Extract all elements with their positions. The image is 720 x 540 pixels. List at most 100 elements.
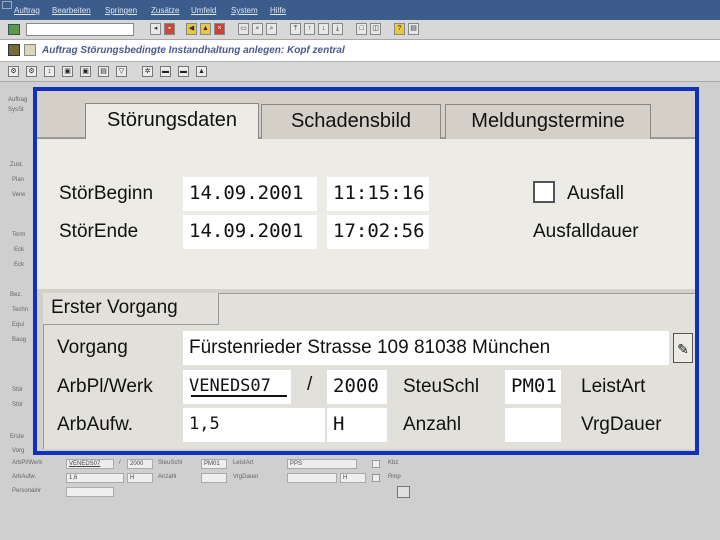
- bg-aufw-field[interactable]: 1,6: [66, 473, 124, 483]
- release-icon[interactable]: ▬: [160, 66, 171, 77]
- bg-vrg-field[interactable]: [287, 473, 337, 483]
- layout-icon[interactable]: ▤: [408, 23, 419, 35]
- filter-icon[interactable]: ▽: [116, 66, 127, 77]
- save-icon[interactable]: ▪: [164, 23, 175, 35]
- arbpl-field[interactable]: VENEDS07: [183, 370, 291, 404]
- tree-icon: [24, 44, 36, 56]
- menu-hilfe[interactable]: Hilfe: [270, 6, 286, 15]
- bg-label: Equi: [12, 322, 25, 328]
- tab-schadensbild[interactable]: Schadensbild: [261, 104, 441, 140]
- print-order-icon[interactable]: ▲: [196, 66, 207, 77]
- bg-arbpl-label: ArbPl/Werk: [12, 460, 43, 466]
- copy-icon[interactable]: ▤: [98, 66, 109, 77]
- bg-label: Verw: [12, 192, 26, 198]
- vrgdauer-label: VrgDauer: [581, 414, 662, 435]
- arbaufw-label: ArbAufw.: [57, 414, 134, 435]
- objects-icon[interactable]: ▣: [80, 66, 91, 77]
- bg-label: SysSt: [8, 107, 24, 113]
- stoerung-panel: [37, 139, 695, 289]
- sap-logo-icon: [2, 1, 12, 9]
- bg-werk-field[interactable]: 2000: [127, 459, 153, 469]
- bg-label: Eck: [14, 247, 25, 253]
- bg-label: Baug: [12, 337, 27, 343]
- first-page-icon[interactable]: ⤒: [290, 23, 301, 35]
- bg-kbz-label: Kbz: [388, 460, 399, 466]
- bg-vrg-unit[interactable]: H: [340, 473, 366, 483]
- tab-stoerungsdaten[interactable]: Störungsdaten: [85, 103, 259, 141]
- stoerende-date-field[interactable]: 14.09.2001: [183, 215, 317, 249]
- transaction-icon: [8, 44, 20, 56]
- bg-unit-field[interactable]: H: [127, 473, 153, 483]
- bg-leist-field[interactable]: PPS: [287, 459, 357, 469]
- bg-label: Eck: [14, 262, 25, 268]
- bg-vrg-label: VrgDauer: [233, 474, 259, 480]
- menu-bar: Auftrag Bearbeiten Springen Zusätze Umfe…: [0, 0, 720, 20]
- back-green-icon[interactable]: ◀: [186, 23, 197, 35]
- vorgang-text-field[interactable]: Fürstenrieder Strasse 109 81038 München: [183, 331, 669, 365]
- stoerende-time-field[interactable]: 17:02:56: [327, 215, 429, 249]
- arbpl-underline: [191, 395, 287, 397]
- operations-icon[interactable]: ⚙: [26, 66, 37, 77]
- stoerbeginn-time-field[interactable]: 11:15:16: [327, 177, 429, 211]
- bg-steu-label: SteuSchl: [158, 460, 183, 466]
- shortcut-icon[interactable]: ◫: [370, 23, 381, 35]
- bg-label: Term: [12, 232, 26, 238]
- bg-arbpl-field[interactable]: VENEDS07: [66, 459, 114, 469]
- screen-title-bar: Auftrag Störungsbedingte Instandhaltung …: [0, 40, 720, 62]
- page-title: Auftrag Störungsbedingte Instandhaltung …: [42, 45, 345, 56]
- arbplwerk-label: ArbPl/Werk: [57, 376, 153, 397]
- last-page-icon[interactable]: ⤓: [332, 23, 343, 35]
- arbaufw-field[interactable]: 1,5: [183, 408, 325, 442]
- menu-system[interactable]: System: [231, 6, 258, 15]
- steuschl-label: SteuSchl: [403, 376, 480, 397]
- enter-icon[interactable]: [8, 24, 20, 35]
- bg-label: Auftrag: [8, 97, 28, 103]
- menu-bearbeiten[interactable]: Bearbeiten: [52, 6, 91, 15]
- menu-zusaetze[interactable]: Zusätze: [151, 6, 179, 15]
- menu-springen[interactable]: Springen: [105, 6, 137, 15]
- prev-page-icon[interactable]: ↑: [304, 23, 315, 35]
- werk-field[interactable]: 2000: [327, 370, 387, 404]
- bg-anz-field[interactable]: [201, 473, 227, 483]
- costs-icon[interactable]: ▣: [62, 66, 73, 77]
- tab-meldungstermine[interactable]: Meldungstermine: [445, 104, 651, 140]
- leistart-label: LeistArt: [581, 376, 646, 397]
- command-field[interactable]: [26, 23, 134, 36]
- bg-rmp-checkbox[interactable]: [372, 474, 380, 482]
- ausfall-checkbox[interactable]: [533, 181, 555, 203]
- print-icon[interactable]: ▭: [238, 23, 249, 35]
- exit-icon[interactable]: ▲: [200, 23, 211, 35]
- help-icon[interactable]: ?: [394, 23, 405, 35]
- header-icon[interactable]: ⚙: [8, 66, 19, 77]
- bg-steu-field[interactable]: PM01: [201, 459, 227, 469]
- bg-label: Plan: [12, 177, 25, 183]
- long-text-edit-icon[interactable]: ✎: [673, 333, 693, 363]
- menu-auftrag[interactable]: Auftrag: [14, 6, 40, 15]
- steuschl-field[interactable]: PM01: [505, 370, 561, 404]
- find-icon[interactable]: ⌕: [252, 23, 263, 35]
- ausfalldauer-label: Ausfalldauer: [533, 221, 639, 242]
- bg-kbz-checkbox[interactable]: [372, 460, 380, 468]
- complete-icon[interactable]: ▬: [178, 66, 189, 77]
- bg-label: Stör: [12, 387, 24, 393]
- bg-aufw-label: ArbAufw.: [12, 474, 37, 480]
- bg-pers-field[interactable]: [66, 487, 114, 497]
- find-next-icon[interactable]: ⌕: [266, 23, 277, 35]
- bg-pers-label: Personalnr: [12, 488, 42, 494]
- bg-rmp-label: Rmp: [388, 474, 401, 480]
- new-session-icon[interactable]: □: [356, 23, 367, 35]
- slash-separator: /: [307, 374, 313, 395]
- bg-anz-label: Anzahl: [158, 474, 177, 480]
- long-text-icon[interactable]: [397, 486, 410, 498]
- next-page-icon[interactable]: ↓: [318, 23, 329, 35]
- settings-icon[interactable]: ✲: [142, 66, 153, 77]
- cancel-icon[interactable]: ×: [214, 23, 225, 35]
- stoerende-label: StörEnde: [59, 221, 139, 242]
- components-icon[interactable]: ↕: [44, 66, 55, 77]
- stoerbeginn-date-field[interactable]: 14.09.2001: [183, 177, 317, 211]
- arbaufw-unit-field[interactable]: H: [327, 408, 387, 442]
- back-icon[interactable]: ◂: [150, 23, 161, 35]
- bg-leist-label: LeistArt: [233, 460, 254, 466]
- menu-umfeld[interactable]: Umfeld: [191, 6, 216, 15]
- anzahl-field[interactable]: [505, 408, 561, 442]
